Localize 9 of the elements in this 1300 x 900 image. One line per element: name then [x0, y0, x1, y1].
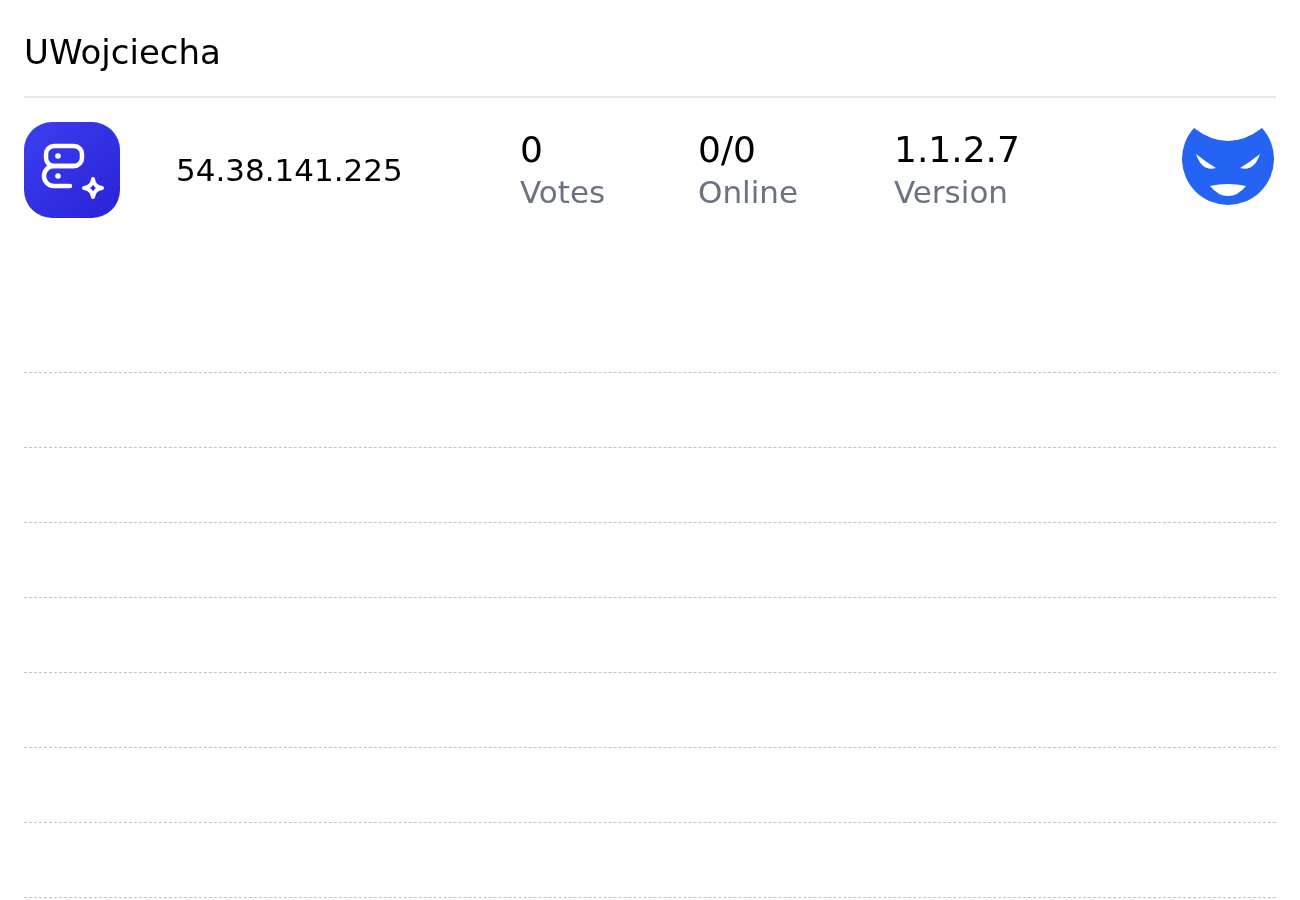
- stat-label: Online: [698, 173, 799, 212]
- server-icon: [24, 122, 120, 218]
- server-name: UWojciecha: [24, 0, 1276, 98]
- stat-value: 1.1.2.7: [894, 128, 1021, 172]
- stat-label: Version: [894, 173, 1009, 212]
- stat-value: 0: [520, 128, 544, 172]
- stat-value: 0/0: [698, 128, 757, 172]
- stat-label: Votes: [520, 173, 607, 212]
- server-address: 54.38.141.225: [176, 152, 404, 188]
